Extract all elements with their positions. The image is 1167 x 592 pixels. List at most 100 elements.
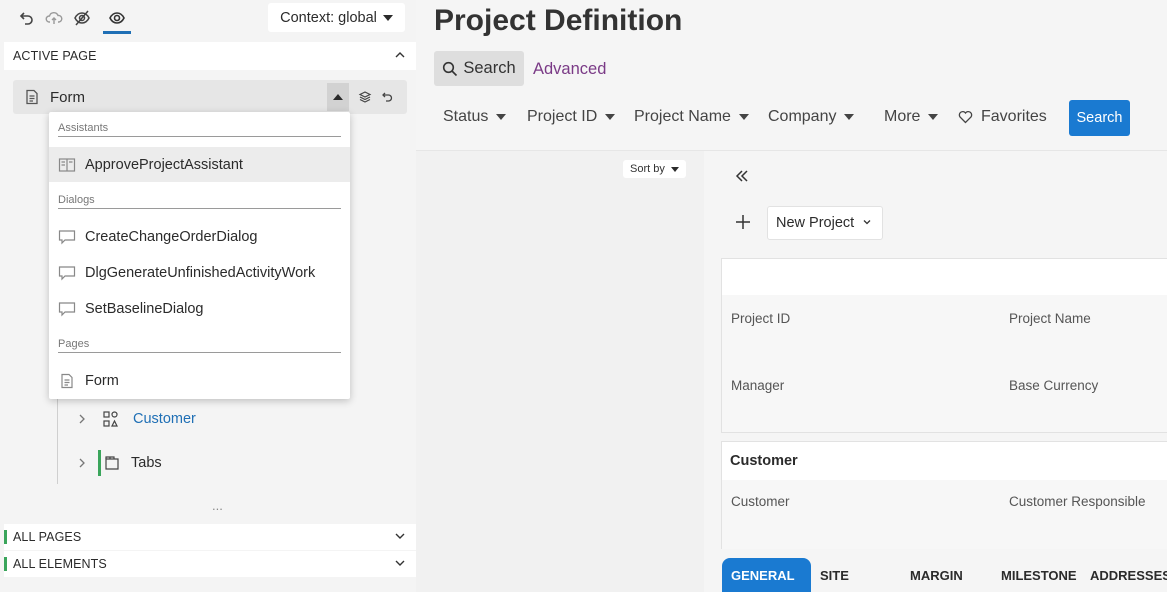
project-id-label: Project ID xyxy=(731,311,791,326)
card-fields-strip xyxy=(722,480,1167,549)
tree-item-customer[interactable]: Customer xyxy=(78,410,196,428)
new-project-label: New Project xyxy=(776,215,855,231)
layers-icon[interactable] xyxy=(358,90,372,104)
customer-card: Customer Customer Customer Responsible xyxy=(721,441,1167,549)
upload-cloud-icon[interactable] xyxy=(45,9,63,27)
chevron-right-icon[interactable] xyxy=(78,413,88,425)
search-tab[interactable]: Search xyxy=(434,51,524,86)
advanced-tab[interactable]: Advanced xyxy=(533,60,606,79)
dropdown-item-label: ApproveProjectAssistant xyxy=(85,156,243,173)
results-list-pane: Sort by xyxy=(416,151,704,592)
undo-icon[interactable] xyxy=(17,9,35,27)
tab-addresses[interactable]: ADDRESSES xyxy=(1081,558,1167,592)
caret-down-icon xyxy=(605,114,616,120)
favorites-filter[interactable]: Favorites xyxy=(958,108,1047,126)
more-ellipsis[interactable]: ... xyxy=(212,498,223,513)
project-name-label: Project Name xyxy=(1009,311,1091,326)
customer-label: Customer xyxy=(731,494,790,509)
tab-general[interactable]: GENERAL xyxy=(722,558,811,592)
tree-item-customer-label: Customer xyxy=(133,411,196,427)
tab-site[interactable]: SITE xyxy=(811,558,900,592)
plus-icon[interactable] xyxy=(733,212,753,232)
tree-green-marker xyxy=(98,450,101,476)
page-document-icon xyxy=(24,89,40,105)
search-tab-label: Search xyxy=(463,59,516,77)
favorites-label: Favorites xyxy=(981,108,1047,125)
customer-card-title: Customer xyxy=(730,453,798,469)
page-title: Project Definition xyxy=(434,4,683,37)
caret-down-icon xyxy=(670,166,679,172)
chevron-right-icon[interactable] xyxy=(78,457,88,469)
page-document-icon xyxy=(58,372,76,390)
dropdown-item-label: DlgGenerateUnfinishedActivityWork xyxy=(85,264,316,281)
chevron-up-icon[interactable] xyxy=(394,49,406,64)
context-dropdown[interactable]: Context: global xyxy=(268,3,405,32)
caret-up-icon xyxy=(333,94,343,100)
group-assistants: Assistants xyxy=(58,122,341,137)
dropdown-item-label: CreateChangeOrderDialog xyxy=(85,228,258,245)
detail-pane: New Project Project ID Project Name Mana… xyxy=(704,151,1167,592)
all-pages-section[interactable]: ALL PAGES xyxy=(4,524,416,550)
tree-item-tabs-label: Tabs xyxy=(131,455,162,471)
filter-label: Project ID xyxy=(527,108,598,125)
dropdown-item-approveprojectassistant[interactable]: ApproveProjectAssistant xyxy=(49,147,350,182)
manager-label: Manager xyxy=(731,378,785,393)
filter-label: Status xyxy=(443,108,489,125)
dropdown-item-createchangeorderdialog[interactable]: CreateChangeOrderDialog xyxy=(49,219,350,254)
preview-eye-icon[interactable] xyxy=(108,9,126,27)
active-page-header: ACTIVE PAGE xyxy=(13,49,97,63)
caret-down-icon xyxy=(844,114,855,120)
customer-responsible-label: Customer Responsible xyxy=(1009,494,1146,509)
dialog-icon xyxy=(58,264,76,282)
active-tool-indicator xyxy=(103,31,131,34)
caret-down-icon xyxy=(496,114,507,120)
active-page-select[interactable]: Form xyxy=(13,80,407,114)
dropdown-item-label: Form xyxy=(85,372,119,389)
chevron-down-icon[interactable] xyxy=(394,530,406,545)
context-label: Context: global xyxy=(280,9,377,26)
group-pages: Pages xyxy=(58,338,341,353)
dropdown-item-dlggenerateunfinishedactivitywork[interactable]: DlgGenerateUnfinishedActivityWork xyxy=(49,255,350,290)
double-chevron-left-icon[interactable] xyxy=(734,168,750,184)
tree-item-tabs[interactable]: Tabs xyxy=(78,450,162,476)
search-icon xyxy=(442,61,458,77)
reset-undo-icon[interactable] xyxy=(380,90,394,104)
filter-project-name[interactable]: Project Name xyxy=(634,108,749,126)
active-page-section[interactable]: ACTIVE PAGE xyxy=(4,42,416,70)
all-elements-section[interactable]: ALL ELEMENTS xyxy=(4,551,416,577)
all-pages-header: ALL PAGES xyxy=(4,530,81,544)
hide-icon[interactable] xyxy=(73,9,91,27)
dropdown-item-label: SetBaselineDialog xyxy=(85,300,204,317)
caret-down-icon xyxy=(738,114,749,120)
tab-margin[interactable]: MARGIN xyxy=(901,558,990,592)
sort-by-label: Sort by xyxy=(630,163,665,175)
filter-more[interactable]: More xyxy=(884,108,939,126)
assistant-book-icon xyxy=(58,156,76,174)
dropdown-item-form[interactable]: Form xyxy=(49,363,350,398)
page-designer-panel: Context: global ACTIVE PAGE Form Custome… xyxy=(0,0,416,592)
sort-by-dropdown[interactable]: Sort by xyxy=(623,160,686,178)
project-fields-card: Project ID Project Name Manager Base Cur… xyxy=(721,258,1167,433)
group-dialogs: Dialogs xyxy=(58,194,341,209)
active-page-label: Form xyxy=(50,88,85,106)
dropdown-item-setbaselinedialog[interactable]: SetBaselineDialog xyxy=(49,291,350,326)
tab-milestone[interactable]: MILESTONE xyxy=(992,558,1081,592)
main-content: Project Definition Search Advanced Statu… xyxy=(416,0,1167,592)
dialog-icon xyxy=(58,300,76,318)
chevron-down-icon xyxy=(862,215,872,231)
filter-company[interactable]: Company xyxy=(768,108,855,126)
filter-project-id[interactable]: Project ID xyxy=(527,108,616,126)
page-select-dropdown: Assistants ApproveProjectAssistant Dialo… xyxy=(49,112,350,399)
search-button[interactable]: Search xyxy=(1069,100,1130,136)
new-project-button[interactable]: New Project xyxy=(767,206,883,240)
shapes-icon xyxy=(102,410,120,428)
chevron-down-icon[interactable] xyxy=(394,557,406,572)
all-elements-header: ALL ELEMENTS xyxy=(4,557,107,571)
dialog-icon xyxy=(58,228,76,246)
filter-label: Company xyxy=(768,108,837,125)
base-currency-label: Base Currency xyxy=(1009,378,1099,393)
filter-status[interactable]: Status xyxy=(443,108,507,126)
collapse-dropdown-button[interactable] xyxy=(327,83,349,111)
heart-icon xyxy=(958,110,973,124)
filter-label: More xyxy=(884,108,921,125)
